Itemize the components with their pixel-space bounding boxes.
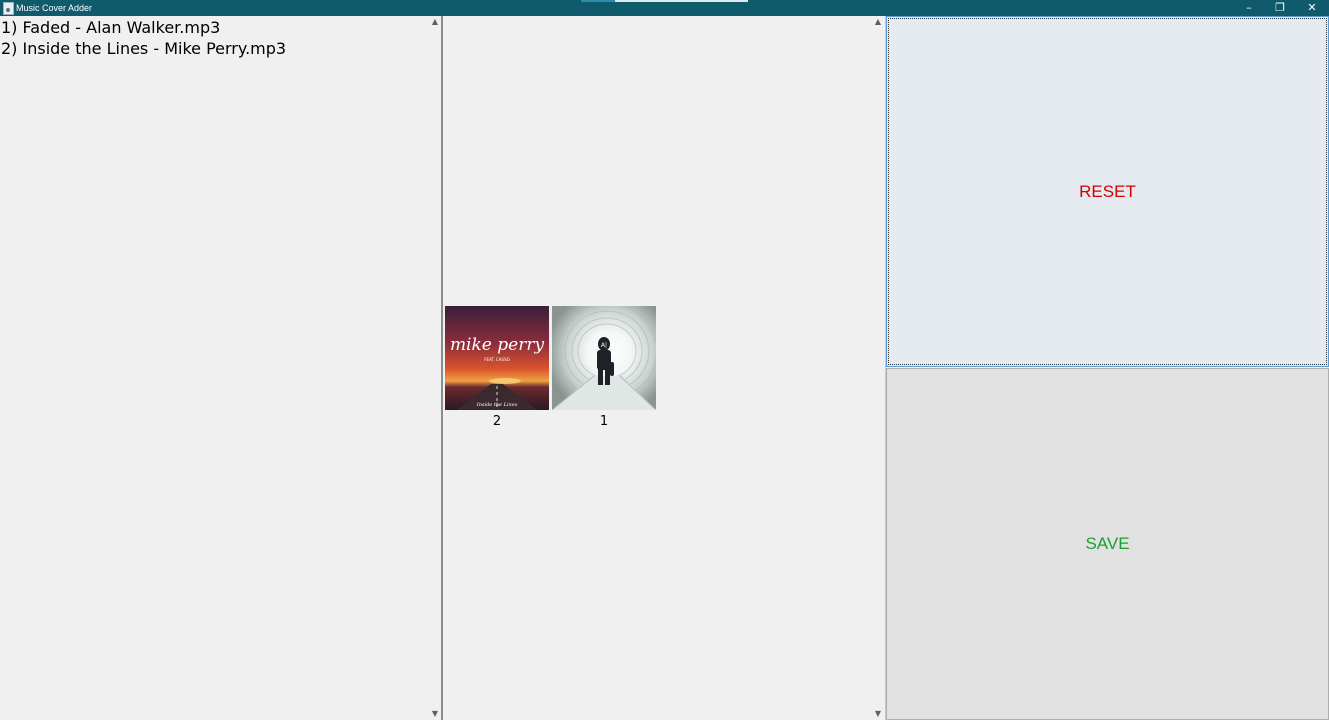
window-title: Music Cover Adder xyxy=(16,3,93,13)
reset-button[interactable]: RESET xyxy=(886,16,1329,367)
file-list[interactable]: 1) Faded - Alan Walker.mp3 2) Inside the… xyxy=(1,17,286,59)
cover-label: 2 xyxy=(492,414,502,429)
close-button[interactable]: ✕ xyxy=(1296,0,1328,16)
mike-perry-cover-art: mike perry FEAT. CASSO Inside the Lines xyxy=(445,306,549,410)
title-bar[interactable]: Music Cover Adder – ❐ ✕ xyxy=(0,0,1329,16)
svg-text:A|: A| xyxy=(601,342,607,349)
title-bar-highlight xyxy=(581,0,748,2)
file-list-item[interactable]: 2) Inside the Lines - Mike Perry.mp3 xyxy=(1,38,286,59)
scroll-up-arrow-icon[interactable]: ▲ xyxy=(429,16,441,28)
file-list-scrollbar[interactable]: ▲ ▼ xyxy=(429,16,441,720)
scroll-down-arrow-icon[interactable]: ▼ xyxy=(429,708,441,720)
svg-text:mike perry: mike perry xyxy=(450,335,545,355)
file-list-item[interactable]: 1) Faded - Alan Walker.mp3 xyxy=(1,17,286,38)
reset-button-label: RESET xyxy=(1079,181,1136,201)
svg-text:FEAT. CASSO: FEAT. CASSO xyxy=(484,357,510,362)
app-icon xyxy=(3,2,14,15)
cover-thumbnail-1[interactable]: A| xyxy=(552,306,656,410)
save-button-label: SAVE xyxy=(1085,534,1130,553)
minimize-button[interactable]: – xyxy=(1233,0,1265,16)
scroll-down-arrow-icon[interactable]: ▼ xyxy=(872,708,884,720)
file-list-panel[interactable]: 1) Faded - Alan Walker.mp3 2) Inside the… xyxy=(0,16,443,720)
scroll-up-arrow-icon[interactable]: ▲ xyxy=(872,16,884,28)
svg-text:Inside the Lines: Inside the Lines xyxy=(476,402,518,408)
cover-thumbnail-2[interactable]: mike perry FEAT. CASSO Inside the Lines xyxy=(445,306,549,410)
faded-cover-art: A| xyxy=(552,306,656,410)
covers-scrollbar[interactable]: ▲ ▼ xyxy=(872,16,884,720)
restore-button[interactable]: ❐ xyxy=(1264,0,1296,16)
save-button[interactable]: SAVE xyxy=(886,368,1329,720)
cover-label: 1 xyxy=(599,414,609,429)
covers-panel[interactable]: mike perry FEAT. CASSO Inside the Lines … xyxy=(443,16,886,720)
